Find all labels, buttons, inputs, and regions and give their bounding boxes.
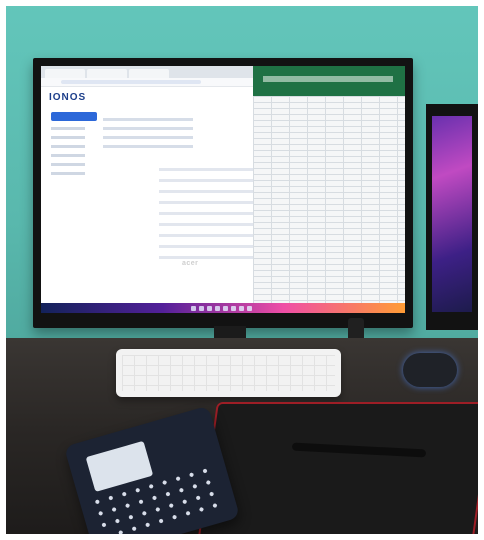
browser-urlbar — [41, 78, 253, 87]
spreadsheet-grid — [253, 96, 405, 313]
browser-window: IONOS — [41, 66, 253, 313]
mouse — [403, 353, 457, 387]
taskbar-icon — [223, 306, 228, 311]
browser-tab — [129, 69, 169, 78]
new-mail-button — [51, 112, 97, 121]
taskbar-icon — [247, 306, 252, 311]
taskbar-icon — [215, 306, 220, 311]
reading-row — [159, 256, 253, 259]
spreadsheet-ribbon — [253, 66, 405, 96]
browser-tabbar — [41, 66, 253, 78]
mail-list — [103, 112, 193, 154]
mail-row — [103, 127, 193, 130]
sidebar-item — [51, 154, 85, 157]
sidebar-item — [51, 172, 85, 175]
reading-pane — [159, 160, 253, 267]
mail-row — [103, 118, 193, 121]
reading-row — [159, 245, 253, 248]
taskbar-icon — [239, 306, 244, 311]
browser-tab — [45, 69, 85, 78]
sidebar-item — [51, 127, 85, 130]
sidebar-item — [51, 163, 85, 166]
main-monitor: IONOS — [33, 58, 413, 328]
reading-row — [159, 212, 253, 215]
reading-row — [159, 201, 253, 204]
reading-row — [159, 223, 253, 226]
taskbar-icon — [191, 306, 196, 311]
mail-sidebar — [51, 112, 99, 181]
taskbar-icons — [191, 306, 252, 311]
reading-row — [159, 168, 253, 171]
mail-row — [103, 136, 193, 139]
drawing-tablet — [197, 402, 484, 540]
taskbar-icon — [199, 306, 204, 311]
browser-tab — [87, 69, 127, 78]
taskbar-icon — [231, 306, 236, 311]
reading-row — [159, 179, 253, 182]
side-monitor-screen — [432, 116, 472, 312]
keyboard-keys — [122, 355, 335, 391]
side-monitor — [426, 104, 478, 330]
sidebar-item — [51, 136, 85, 139]
keyboard — [116, 349, 341, 397]
monitor-brand: acer — [182, 260, 199, 267]
monitor-screen: IONOS — [41, 66, 405, 313]
taskbar — [41, 303, 405, 313]
mail-row — [103, 145, 193, 148]
reading-row — [159, 234, 253, 237]
browser-logo: IONOS — [49, 92, 87, 103]
spreadsheet-window — [253, 66, 405, 313]
reading-row — [159, 190, 253, 193]
sidebar-item — [51, 145, 85, 148]
taskbar-icon — [207, 306, 212, 311]
photo: IONOS acer — [0, 0, 484, 540]
